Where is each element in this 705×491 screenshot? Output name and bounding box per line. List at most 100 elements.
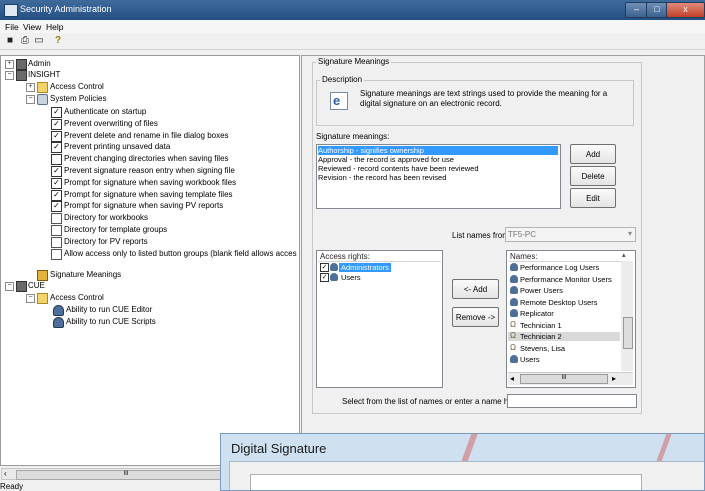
tree-node-directory[interactable]: Allow access only to listed button group…	[51, 248, 299, 260]
tree-node-policy[interactable]: ✓ Prevent overwriting of files	[51, 118, 299, 130]
meaning-list-item[interactable]: Reviewed - record contents have been rev…	[318, 164, 558, 173]
edit-document-icon: e	[330, 92, 348, 110]
tree-node-cue-scripts[interactable]: Ability to run CUE Scripts	[53, 316, 213, 328]
menu-file[interactable]: File	[5, 22, 19, 32]
checkbox-checked-icon[interactable]: ✓	[320, 263, 329, 272]
names-list-item[interactable]: Ω Technician 1	[508, 320, 620, 330]
access-rights-item[interactable]: ✓ Administrators	[318, 263, 441, 272]
tree-node-directory[interactable]: Directory for workbooks	[51, 212, 299, 225]
policy-tree[interactable]: + Admin − INSIGHT + Access Control − Sys…	[0, 55, 300, 466]
minimize-button[interactable]: –	[625, 2, 648, 18]
collapse-icon[interactable]: −	[5, 282, 14, 291]
names-list-item[interactable]: Users	[508, 355, 620, 364]
checkbox-checked-icon[interactable]: ✓	[51, 201, 62, 213]
help-icon[interactable]: ?	[52, 35, 64, 47]
expand-icon[interactable]: +	[26, 83, 35, 92]
scroll-left-icon[interactable]: ‹	[4, 469, 7, 478]
names-list-item[interactable]: Replicator	[508, 309, 620, 318]
names-list-item[interactable]: Remote Desktop Users	[508, 297, 620, 307]
tree-node-policy[interactable]: ✓ Authenticate on startup	[51, 106, 299, 118]
title-bar[interactable]: Security Administration – □ x	[0, 0, 705, 20]
meaning-list-item[interactable]: Revision - the record has been revised	[318, 173, 558, 182]
delete-button[interactable]: Delete	[570, 166, 616, 186]
names-vertical-scrollbar[interactable]	[621, 261, 633, 371]
digital-signature-dialog[interactable]: Digital Signature	[220, 433, 705, 491]
tree-node-policy[interactable]: ✓ Prevent printing unsaved data	[51, 141, 299, 154]
tree-node-directory[interactable]: Directory for template groups	[51, 224, 299, 236]
scroll-right-icon[interactable]: ▸	[612, 374, 616, 383]
collapse-icon[interactable]: −	[26, 294, 35, 303]
select-name-input[interactable]	[507, 394, 637, 408]
names-list-item[interactable]: Ω Technician 2	[508, 332, 620, 341]
group-icon	[510, 263, 518, 271]
checkbox-checked-icon[interactable]: ✓	[51, 130, 62, 142]
names-list-item[interactable]: Performance Log Users	[508, 263, 620, 272]
tree-node-access-control[interactable]: + Access Control	[26, 81, 146, 93]
menu-view[interactable]: View	[23, 22, 41, 32]
name-label: Replicator	[520, 309, 554, 318]
tree-node-policy[interactable]: ✓ Prompt for signature when saving workbo…	[51, 177, 299, 189]
tree-node-label: Prompt for signature when saving workboo…	[64, 177, 237, 187]
names-list-item[interactable]: Power Users	[508, 286, 620, 295]
list-names-from-label: List names from:	[452, 231, 512, 240]
collapse-icon[interactable]: −	[26, 95, 35, 104]
names-list[interactable]: Names: ▴ Performance Log Users Performanc…	[506, 250, 636, 388]
edit-button[interactable]: Edit	[570, 188, 616, 208]
print-preview-icon[interactable]: ▭	[33, 35, 45, 47]
tree-node-label: Access Control	[50, 293, 104, 302]
access-rights-label: Users	[341, 273, 361, 282]
access-rights-item[interactable]: ✓ Users	[318, 273, 441, 282]
tree-node-policy[interactable]: ✓ Prevent delete and rename in file dialo…	[51, 130, 299, 142]
name-label: Performance Log Users	[520, 263, 600, 272]
checkbox-checked-icon[interactable]: ✓	[51, 118, 62, 130]
meaning-list-item[interactable]: Authorship - signifies ownership	[318, 146, 558, 155]
add-button[interactable]: Add	[570, 144, 616, 164]
checkbox-checked-icon[interactable]: ✓	[51, 177, 62, 189]
tree-node-cue-access-control[interactable]: − Access Control	[26, 292, 146, 304]
save-icon[interactable]: ■	[4, 35, 16, 47]
scroll-up-icon[interactable]: ▴	[622, 251, 626, 259]
list-names-from-dropdown[interactable]: TF5-PC ▾	[505, 227, 636, 242]
add-access-button[interactable]: <- Add	[452, 279, 499, 299]
tree-node-policy[interactable]: Prevent changing directories when saving…	[51, 153, 299, 166]
checkbox-checked-icon[interactable]: ✓	[320, 273, 329, 282]
tree-node-policy[interactable]: ✓ Prevent signature reason entry when sig…	[51, 165, 299, 177]
list-icon	[51, 213, 62, 225]
tree-node-directory[interactable]: Directory for PV reports	[51, 236, 299, 248]
checkbox-unchecked-icon[interactable]	[51, 154, 62, 166]
dialog-content-box	[250, 474, 642, 490]
tree-node-cue[interactable]: − CUE	[5, 280, 125, 292]
tree-node-signature-meanings[interactable]: Signature Meanings	[37, 269, 197, 281]
checkbox-checked-icon[interactable]: ✓	[51, 107, 62, 118]
tree-node-policy[interactable]: ✓ Prompt for signature when saving PV rep…	[51, 200, 299, 213]
dialog-title: Digital Signature	[231, 441, 327, 456]
scroll-thumb[interactable]	[623, 317, 633, 349]
access-rights-list[interactable]: Access rights: ✓ Administrators ✓ Users	[316, 250, 443, 388]
expand-icon[interactable]: +	[5, 60, 14, 69]
scroll-left-icon[interactable]: ◂	[510, 374, 514, 383]
collapse-icon[interactable]: −	[5, 71, 14, 80]
remove-access-button[interactable]: Remove ->	[452, 307, 499, 327]
meaning-list-item[interactable]: Approval - the record is approved for us…	[318, 155, 558, 164]
close-button[interactable]: x	[666, 2, 705, 18]
print-icon[interactable]: ⎙	[19, 35, 31, 47]
group-icon	[510, 355, 518, 363]
signature-meanings-list[interactable]: Authorship - signifies ownership Approval…	[316, 144, 561, 209]
tree-node-insight[interactable]: − INSIGHT	[5, 69, 125, 81]
names-horizontal-scrollbar[interactable]: ◂ III ▸	[508, 372, 633, 385]
user-icon: Ω	[510, 342, 516, 352]
menu-help[interactable]: Help	[46, 22, 63, 32]
checkbox-checked-icon[interactable]: ✓	[51, 142, 62, 154]
checkbox-checked-icon[interactable]: ✓	[51, 166, 62, 177]
folder-icon	[37, 293, 48, 304]
tree-node-admin[interactable]: + Admin	[5, 58, 125, 70]
maximize-button[interactable]: □	[646, 2, 668, 18]
tree-node-policy[interactable]: ✓ Prompt for signature when saving templa…	[51, 189, 299, 201]
names-list-item[interactable]: Performance Monitor Users	[508, 274, 620, 284]
tree-node-system-policies[interactable]: − System Policies	[26, 93, 146, 105]
names-list-item[interactable]: Ω Stevens, Lisa	[508, 342, 620, 353]
scroll-thumb[interactable]: III	[520, 374, 608, 384]
scroll-thumb[interactable]: III	[16, 470, 236, 480]
checkbox-checked-icon[interactable]: ✓	[51, 189, 62, 201]
tree-node-cue-editor[interactable]: Ability to run CUE Editor	[53, 304, 213, 316]
